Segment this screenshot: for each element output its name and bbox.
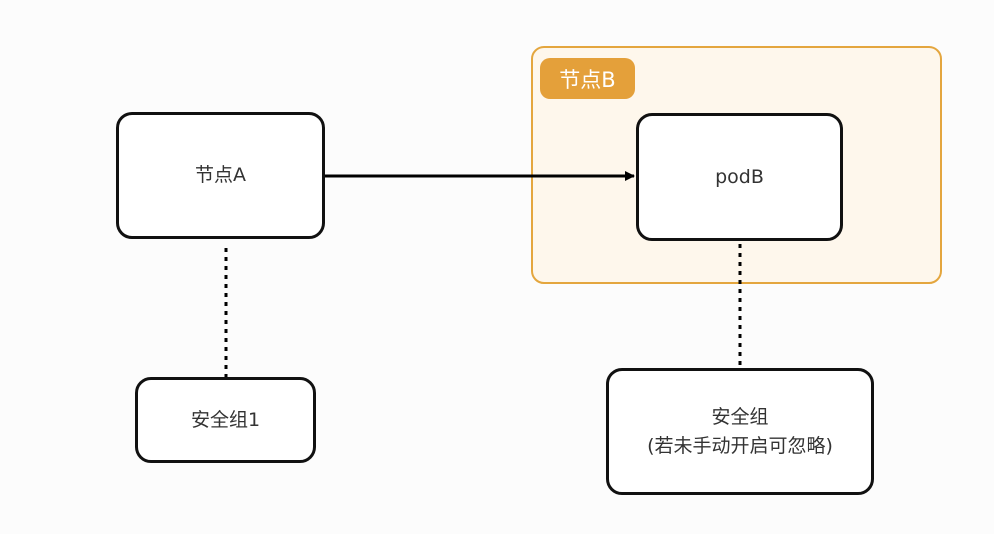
node-a-box: 节点A	[116, 112, 325, 239]
pod-b-box: podB	[636, 113, 843, 241]
security-group-2-box: 安全组 (若未手动开启可忽略)	[606, 368, 874, 495]
security-group-2-note: (若未手动开启可忽略)	[647, 434, 833, 457]
diagram-canvas: 节点B 节点A podB 安全组1 安全组 (若未手动开启可忽略)	[0, 0, 994, 534]
pod-b-label: podB	[715, 165, 764, 188]
security-group-1-box: 安全组1	[135, 377, 316, 463]
security-group-2-label: 安全组	[711, 406, 769, 428]
security-group-1-label: 安全组1	[190, 408, 261, 431]
node-a-label: 节点A	[195, 164, 246, 187]
